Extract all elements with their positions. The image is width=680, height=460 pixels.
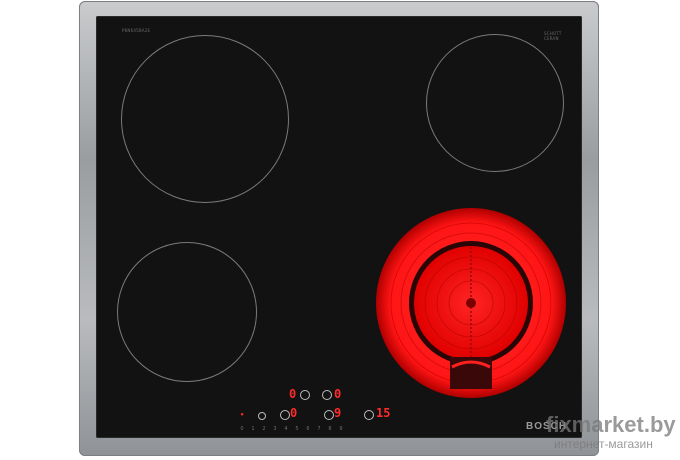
cooking-zone-bottom-right-heated[interactable] <box>372 207 570 405</box>
display-right: 15 <box>376 406 391 420</box>
power-level-slider[interactable]: 0 1 2 3 4 5 6 7 8 9 <box>240 426 343 432</box>
scale-digit: 6 <box>306 426 310 432</box>
scale-digit: 8 <box>328 426 332 432</box>
scale-digit: 9 <box>339 426 343 432</box>
scale-digit: 5 <box>295 426 299 432</box>
zone-select-left-top[interactable] <box>300 390 310 400</box>
scale-digit: 7 <box>317 426 321 432</box>
glass-label-line2: CERAN <box>544 36 559 41</box>
display-right-top: 0 <box>334 387 342 401</box>
cooking-zone-bottom-left[interactable] <box>117 242 257 382</box>
zone-select-right-top[interactable] <box>322 390 332 400</box>
zone-select-left-bottom[interactable] <box>280 410 290 420</box>
scale-digit: 4 <box>284 426 288 432</box>
display-left-bottom: 0 <box>290 406 298 420</box>
timer-button[interactable] <box>364 410 374 420</box>
model-tag: PKN645BA2E <box>122 28 151 33</box>
scale-digit: 2 <box>262 426 266 432</box>
scale-digit: 3 <box>273 426 277 432</box>
display-left-top: 0 <box>289 387 297 401</box>
scale-digit: 0 <box>240 426 244 432</box>
display-mid-bottom: 9 <box>334 406 342 420</box>
scale-digit: 1 <box>251 426 255 432</box>
cooking-zone-top-right[interactable] <box>426 34 564 172</box>
cooking-zone-top-left[interactable] <box>121 35 289 203</box>
power-indicator: • <box>240 411 245 419</box>
power-button[interactable] <box>258 412 266 420</box>
watermark-sub: интернет-магазин <box>554 437 653 451</box>
watermark-main: fixmarket.by <box>546 412 676 437</box>
zone-select-right-bottom[interactable] <box>324 410 334 420</box>
zone-center <box>466 298 476 308</box>
